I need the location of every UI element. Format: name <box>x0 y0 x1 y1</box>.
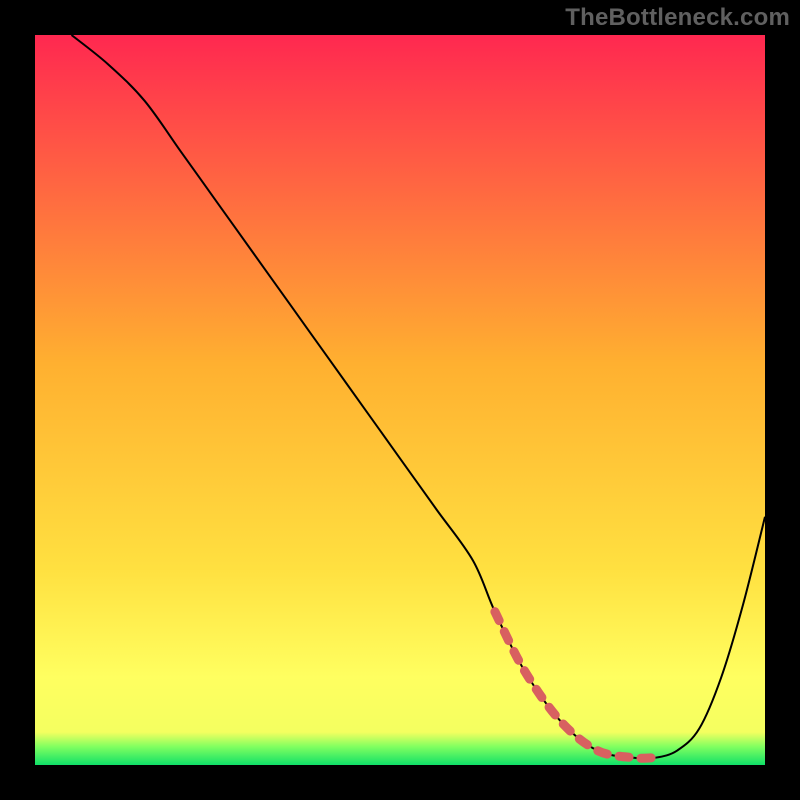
plot-area <box>35 35 765 765</box>
gradient-background <box>35 35 765 765</box>
chart-svg <box>35 35 765 765</box>
watermark-text: TheBottleneck.com <box>565 4 790 32</box>
chart-frame: TheBottleneck.com <box>0 0 800 800</box>
